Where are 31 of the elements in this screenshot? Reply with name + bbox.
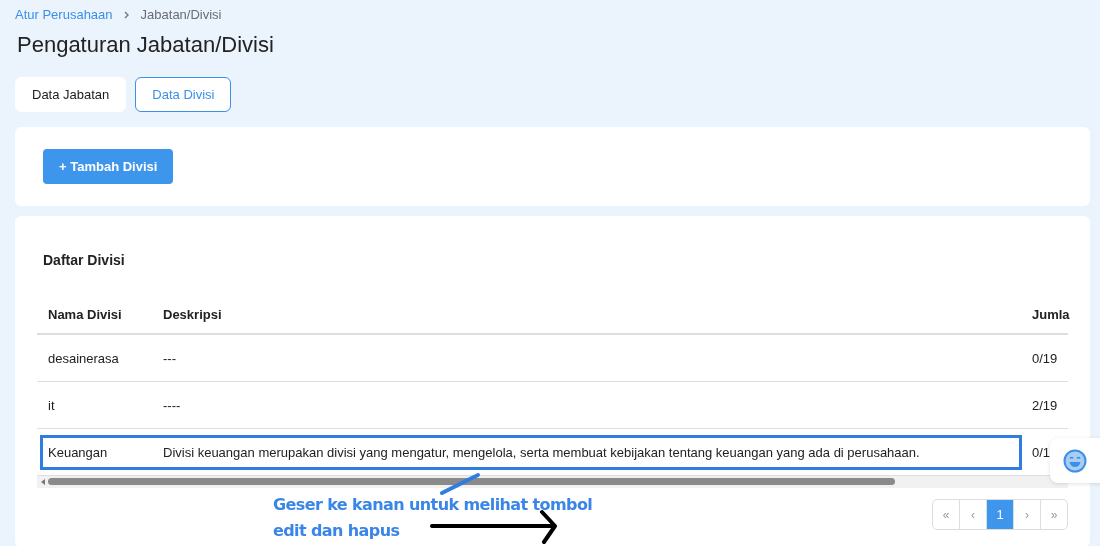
breadcrumb-current: Jabatan/Divisi	[140, 7, 222, 22]
table-cell-text: ---	[163, 350, 177, 366]
table-cell-text: 2/19	[1032, 397, 1059, 413]
table-cell-text: 0/1	[1032, 444, 1052, 460]
page-button[interactable]: ‹	[959, 499, 987, 530]
table-cell-text: desainerasa	[48, 350, 120, 366]
chevron-icon	[122, 10, 131, 19]
feedback-button[interactable]	[1050, 438, 1100, 483]
smiley-icon	[1063, 448, 1087, 473]
table-title: Daftar Divisi	[43, 252, 126, 268]
page-button[interactable]: «	[932, 499, 960, 530]
page-button[interactable]: »	[1040, 499, 1068, 530]
page-button[interactable]: ›	[1013, 499, 1041, 530]
column-header: Jumla	[1032, 306, 1070, 322]
pen-stroke	[439, 472, 481, 496]
tab[interactable]: Data Divisi	[135, 77, 232, 112]
column-header: Nama Divisi	[48, 306, 123, 322]
column-header: Deskripsi	[163, 306, 223, 322]
table-cell-text: ----	[163, 397, 182, 413]
breadcrumb-link[interactable]: Atur Perusahaan	[15, 7, 113, 22]
hint-text: edit dan hapus	[273, 520, 400, 542]
tab[interactable]: Data Jabatan	[15, 77, 127, 112]
table-cell-text: 0/19	[1032, 350, 1059, 366]
page-button[interactable]: 1	[986, 499, 1014, 530]
table-cell-text: it	[48, 397, 56, 413]
hint-text: Geser ke kanan untuk melihat tombol	[273, 494, 593, 516]
add-division-button[interactable]: + Tambah Divisi	[43, 149, 174, 184]
horizontal-scrollbar[interactable]	[37, 476, 1068, 488]
page-title: Pengaturan Jabatan/Divisi	[17, 32, 275, 58]
table-cell-text: Keuangan	[48, 444, 109, 460]
table-cell-text: Divisi keuangan merupakan divisi yang mengatur, mengelola, serta membuat kebijakan tentang keuangan yang ada di perusahaan.	[163, 444, 921, 460]
